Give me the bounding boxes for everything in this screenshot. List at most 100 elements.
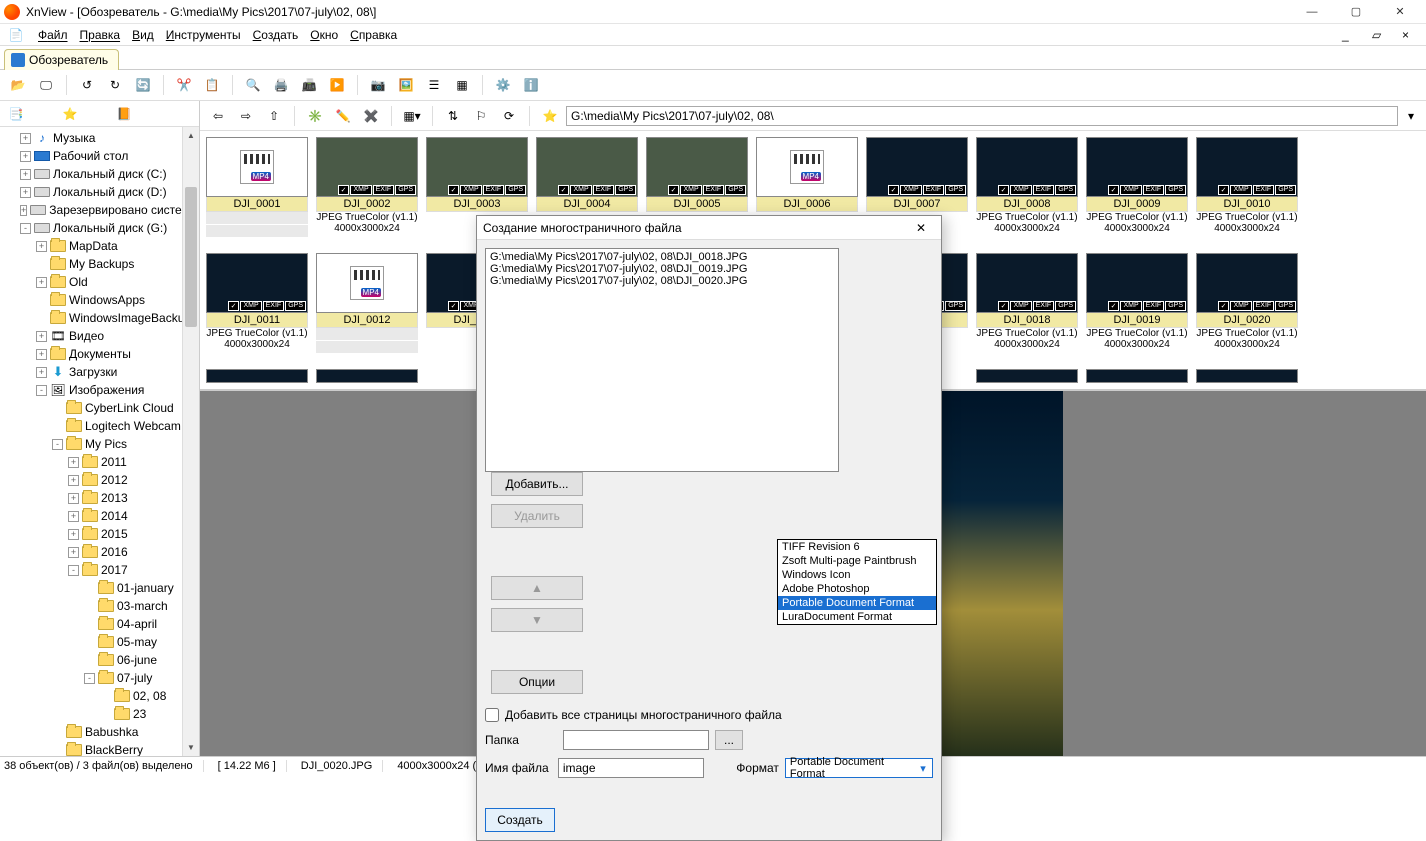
thumbnail[interactable]: ✓XMPEXIFGPSDJI_0009JPEG TrueColor (v1.1)… <box>1086 137 1188 237</box>
dialog-file-item[interactable]: G:\media\My Pics\2017\07-july\02, 08\DJI… <box>490 275 834 287</box>
menu-help[interactable]: Справка <box>350 28 397 42</box>
new-folder-button[interactable]: ✳️ <box>303 104 327 128</box>
search-button[interactable]: 🔍 <box>241 73 265 97</box>
tree-expander-icon[interactable]: + <box>20 133 31 144</box>
menu-file[interactable]: Файл <box>38 28 68 42</box>
tree-row[interactable]: +03-march <box>0 597 199 615</box>
print-button[interactable]: 🖨️ <box>269 73 293 97</box>
nav-fwd-button[interactable]: ⇨ <box>234 104 258 128</box>
tree-row[interactable]: +CyberLink Cloud <box>0 399 199 417</box>
tree-row[interactable]: +2013 <box>0 489 199 507</box>
tree-row[interactable]: -07-july <box>0 669 199 687</box>
tree-row[interactable]: -2017 <box>0 561 199 579</box>
dialog-format-combo[interactable]: Portable Document Format ▾ <box>785 758 933 778</box>
format-option[interactable]: Adobe Photoshop <box>778 582 936 596</box>
tree-expander-icon[interactable]: + <box>20 169 31 180</box>
menu-tools[interactable]: Инструменты <box>166 28 241 42</box>
tree-expander-icon[interactable]: - <box>52 439 63 450</box>
tree-row[interactable]: +05-may <box>0 633 199 651</box>
nav-back-button[interactable]: ⇦ <box>206 104 230 128</box>
tree-expander-icon[interactable]: + <box>68 529 79 540</box>
tree-row[interactable]: +2014 <box>0 507 199 525</box>
dialog-options-button[interactable]: Опции <box>491 670 583 694</box>
thumbnail[interactable] <box>206 369 308 383</box>
tab-browser[interactable]: Обозреватель <box>4 49 119 70</box>
tree-row[interactable]: -My Pics <box>0 435 199 453</box>
thumbnail[interactable]: ✓XMPEXIFGPSDJI_0020JPEG TrueColor (v1.1)… <box>1196 253 1298 353</box>
dialog-titlebar[interactable]: Создание многостраничного файла ✕ <box>477 216 941 240</box>
maximize-button[interactable]: ▢ <box>1334 0 1378 24</box>
fullscreen-button[interactable]: 🖵 <box>34 73 58 97</box>
tree-row[interactable]: +MapData <box>0 237 199 255</box>
dialog-close-button[interactable]: ✕ <box>907 219 935 237</box>
categories-button[interactable]: 📙 <box>112 102 136 126</box>
tree-expander-icon[interactable]: + <box>36 349 47 360</box>
image-button[interactable]: 🖼️ <box>394 73 418 97</box>
delete-button[interactable]: ✖️ <box>359 104 383 128</box>
tree-expander-icon[interactable]: + <box>36 277 47 288</box>
scan-button[interactable]: 📠 <box>297 73 321 97</box>
menu-edit[interactable]: Правка <box>80 28 121 42</box>
scroll-thumb[interactable] <box>185 187 197 327</box>
tree-expander-icon[interactable]: + <box>68 511 79 522</box>
dialog-move-up-button[interactable]: ▲ <box>491 576 583 600</box>
tree-row[interactable]: +2011 <box>0 453 199 471</box>
tree-row[interactable]: +Рабочий стол <box>0 147 199 165</box>
tree-expander-icon[interactable]: + <box>20 151 31 162</box>
tree-expander-icon[interactable]: + <box>36 241 47 252</box>
tree-row[interactable]: +Документы <box>0 345 199 363</box>
tree-row[interactable]: +04-april <box>0 615 199 633</box>
menu-window[interactable]: Окно <box>310 28 338 42</box>
address-dropdown-button[interactable]: ▾ <box>1402 104 1420 128</box>
tree-expander-icon[interactable]: - <box>68 565 79 576</box>
menu-view[interactable]: Вид <box>132 28 154 42</box>
tree-row[interactable]: +Зарезервировано системой <box>0 201 199 219</box>
batch-button[interactable]: ☰ <box>422 73 446 97</box>
dialog-filename-input[interactable] <box>558 758 704 778</box>
tree-row[interactable]: +02, 08 <box>0 687 199 705</box>
thumbnail[interactable]: ✓XMPEXIFGPSDJI_0019JPEG TrueColor (v1.1)… <box>1086 253 1188 353</box>
tree-row[interactable]: +🎞Видео <box>0 327 199 345</box>
thumbnail[interactable] <box>316 369 418 383</box>
mdi-restore-button[interactable]: ▱ <box>1372 28 1390 42</box>
compare-button[interactable]: ▦ <box>450 73 474 97</box>
dialog-delete-button[interactable]: Удалить <box>491 504 583 528</box>
view-mode-button[interactable]: ▦▾ <box>400 104 424 128</box>
thumbnail[interactable]: ✓XMPEXIFGPSDJI_0018JPEG TrueColor (v1.1)… <box>976 253 1078 353</box>
tree-expander-icon[interactable]: + <box>68 493 79 504</box>
tree-row[interactable]: +2012 <box>0 471 199 489</box>
slideshow-button[interactable]: ▶️ <box>325 73 349 97</box>
format-option[interactable]: Portable Document Format <box>778 596 936 610</box>
thumbnail[interactable]: ✓XMPEXIFGPSDJI_0002JPEG TrueColor (v1.1)… <box>316 137 418 237</box>
thumbnail[interactable]: DJI_0012 <box>316 253 418 353</box>
scroll-up-icon[interactable]: ▲ <box>183 127 199 144</box>
tree-row[interactable]: +My Backups <box>0 255 199 273</box>
thumbnail[interactable]: ✓XMPEXIFGPSDJI_0011JPEG TrueColor (v1.1)… <box>206 253 308 353</box>
rotate-left-button[interactable]: ↺ <box>75 73 99 97</box>
dialog-file-item[interactable]: G:\media\My Pics\2017\07-july\02, 08\DJI… <box>490 251 834 263</box>
thumbnail[interactable] <box>976 369 1078 383</box>
thumbnail[interactable]: ✓XMPEXIFGPSDJI_0008JPEG TrueColor (v1.1)… <box>976 137 1078 237</box>
tree-expander-icon[interactable]: + <box>20 187 31 198</box>
dialog-file-list[interactable]: G:\media\My Pics\2017\07-july\02, 08\DJI… <box>485 248 839 472</box>
folder-tree[interactable]: +♪Музыка+Рабочий стол+Локальный диск (C:… <box>0 127 199 756</box>
tree-expander-icon[interactable]: - <box>36 385 47 396</box>
tree-expander-icon[interactable]: - <box>20 223 31 234</box>
address-input[interactable] <box>566 106 1398 126</box>
dialog-browse-button[interactable]: ... <box>715 730 743 750</box>
convert-button[interactable]: 🔄 <box>131 73 155 97</box>
thumbnail[interactable] <box>1086 369 1188 383</box>
nav-up-button[interactable]: ⇧ <box>262 104 286 128</box>
dialog-file-item[interactable]: G:\media\My Pics\2017\07-july\02, 08\DJI… <box>490 263 834 275</box>
format-option[interactable]: Windows Icon <box>778 568 936 582</box>
close-button[interactable]: ✕ <box>1378 0 1422 24</box>
tree-expander-icon[interactable]: + <box>68 457 79 468</box>
sort-button[interactable]: ⇅ <box>441 104 465 128</box>
format-option[interactable]: TIFF Revision 6 <box>778 540 936 554</box>
rename-button[interactable]: ✏️ <box>331 104 355 128</box>
tree-row[interactable]: +23 <box>0 705 199 723</box>
tree-row[interactable]: +Локальный диск (D:) <box>0 183 199 201</box>
tree-row[interactable]: +Logitech Webcam <box>0 417 199 435</box>
favorite-button[interactable]: ⭐ <box>58 102 82 126</box>
mdi-close-button[interactable]: × <box>1402 28 1420 42</box>
